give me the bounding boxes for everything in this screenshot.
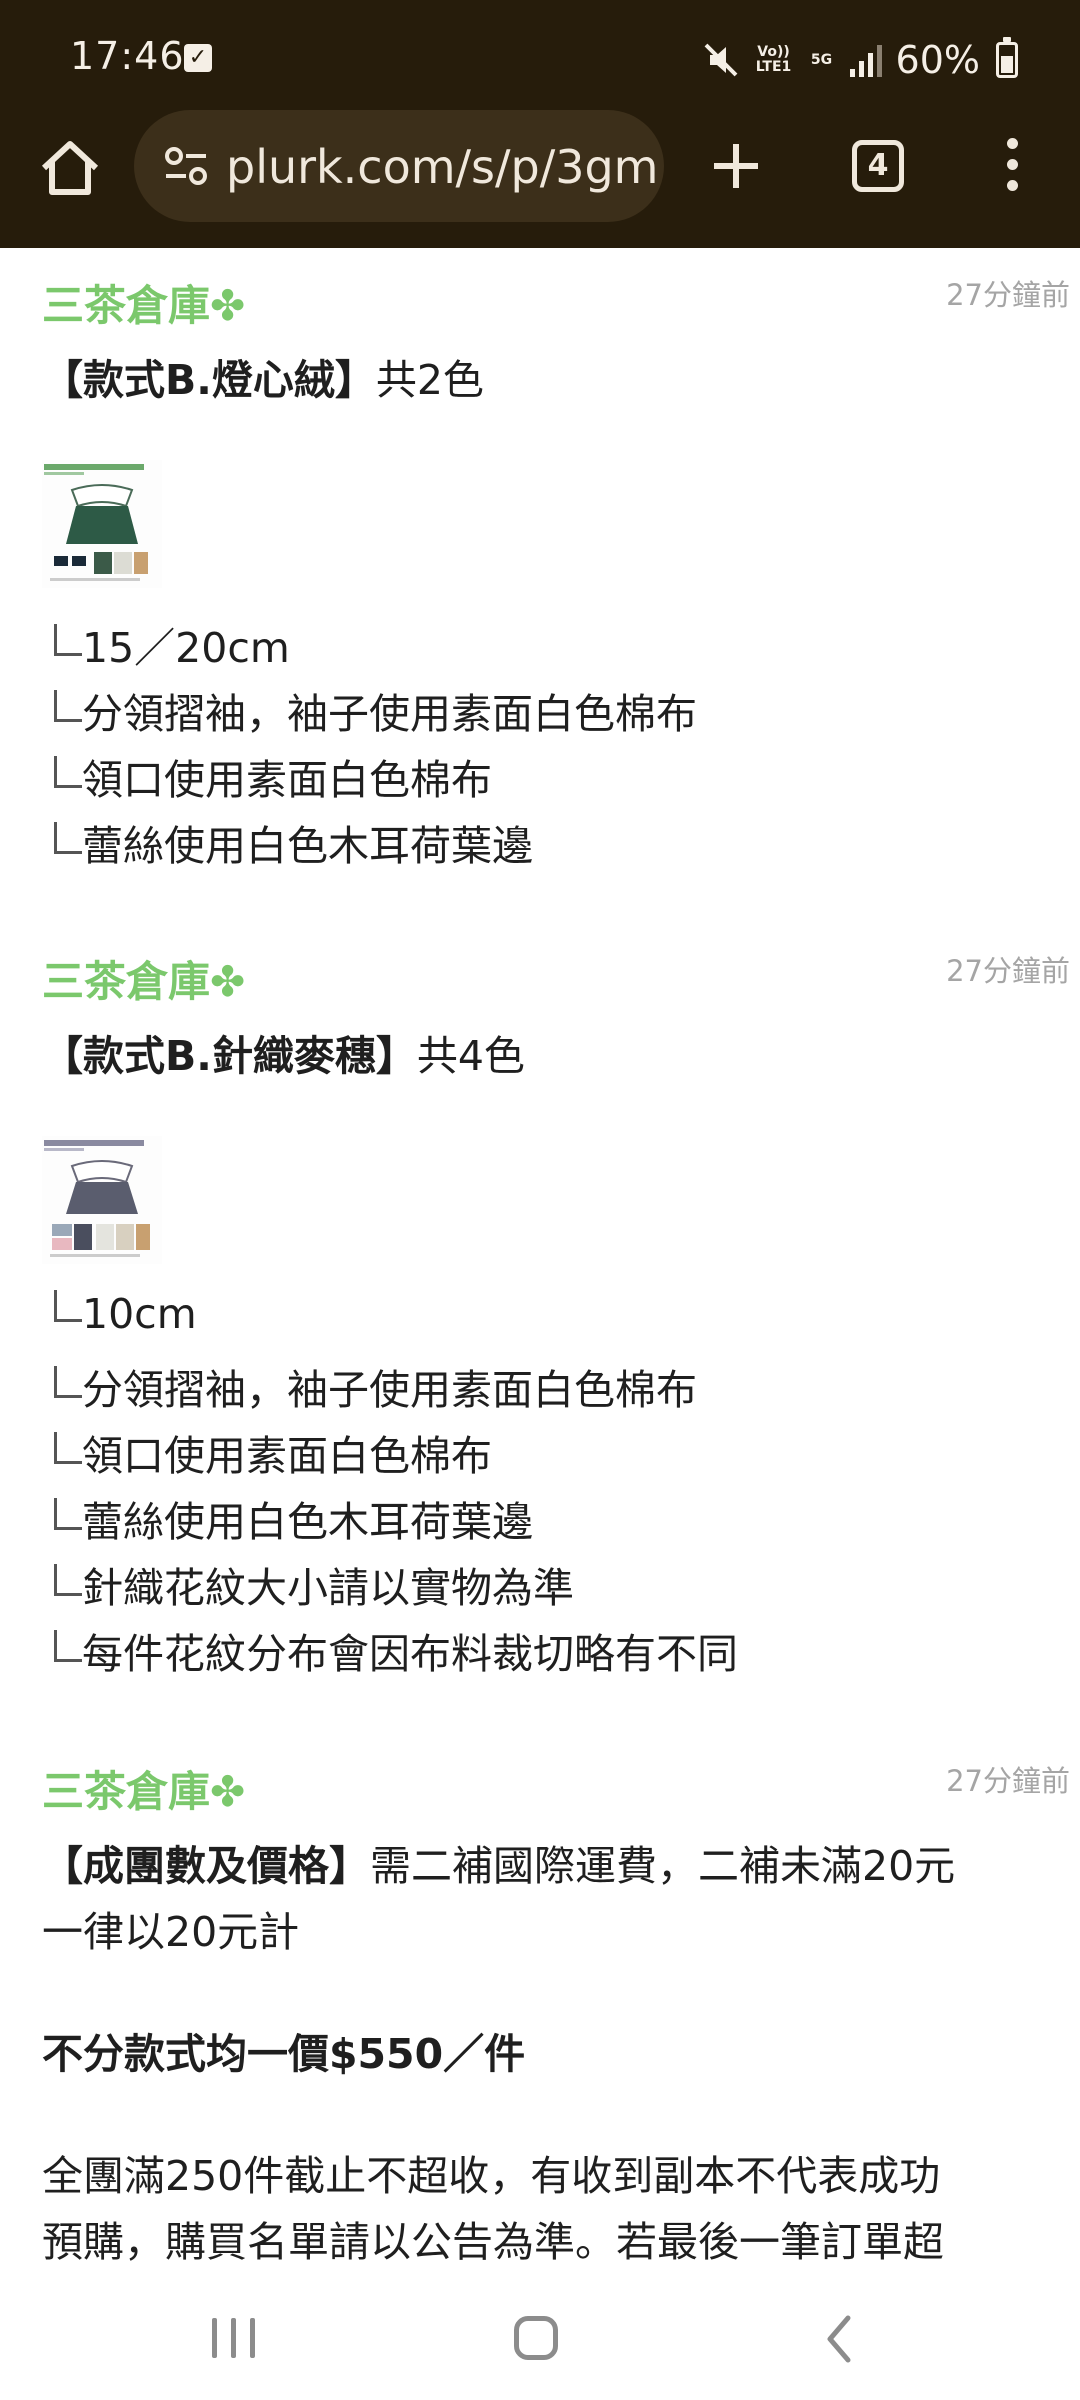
network-5g-icon: 5G (810, 51, 833, 68)
status-bar: 17:46 ✓ Vo)) LTE1 5G 60% (0, 0, 1080, 116)
author-name[interactable]: 三茶倉庫✤ (42, 1758, 245, 1819)
detail-item: 領口使用素面白色棉布 (54, 1422, 492, 1482)
new-tab-icon[interactable] (706, 136, 766, 196)
detail-item: 分領摺袖，袖子使用素面白色棉布 (54, 1356, 697, 1416)
battery-icon (996, 37, 1018, 78)
post-text: 一律以20元計 (42, 1908, 300, 1956)
recent-apps-icon[interactable] (212, 2318, 256, 2358)
post-time: 27分鐘前 (946, 1764, 1070, 1798)
status-time: 17:46 (70, 34, 185, 78)
detail-item: 蕾絲使用白色木耳荷葉邊 (54, 812, 533, 872)
detail-item: 15／20cm (54, 614, 290, 674)
detail-item: 針織花紋大小請以實物為準 (54, 1554, 574, 1614)
site-settings-icon[interactable] (162, 142, 212, 192)
post-title: 【成團數及價格】需二補國際運費，二補未滿20元 (42, 1842, 956, 1890)
post-title: 【款式B.燈心絨】共2色 (42, 356, 484, 404)
post-text: 預購，購買名單請以公告為準。若最後一筆訂單超 (42, 2218, 944, 2266)
post-time: 27分鐘前 (946, 954, 1070, 988)
url-text[interactable]: plurk.com/s/p/3gm (226, 140, 659, 194)
back-icon[interactable] (824, 2314, 854, 2364)
post-text: 全團滿250件截止不超收，有收到副本不代表成功 (42, 2152, 941, 2200)
post-time: 27分鐘前 (946, 278, 1070, 312)
detail-item: 領口使用素面白色棉布 (54, 746, 492, 806)
more-menu-icon[interactable] (1000, 138, 1024, 198)
tab-switcher-button[interactable]: 4 (852, 140, 904, 192)
detail-item: 蕾絲使用白色木耳荷葉邊 (54, 1488, 533, 1548)
product-thumbnail[interactable] (42, 460, 162, 588)
battery-percent: 60% (895, 38, 980, 82)
system-nav-bar (0, 2278, 1080, 2400)
volte-icon: Vo)) LTE1 (755, 44, 792, 75)
mute-icon (704, 43, 737, 77)
home-icon[interactable] (30, 128, 110, 208)
product-thumbnail[interactable] (42, 1136, 162, 1264)
detail-item: 分領摺袖，袖子使用素面白色棉布 (54, 680, 697, 740)
post-title: 【款式B.針織麥穗】共4色 (42, 1032, 525, 1080)
author-name[interactable]: 三茶倉庫✤ (42, 272, 245, 333)
plurk-responses[interactable]: 三茶倉庫✤ 27分鐘前 【款式B.燈心絨】共2色 15／20cm 分領摺袖，袖子… (0, 248, 1080, 2278)
author-name[interactable]: 三茶倉庫✤ (42, 948, 245, 1009)
address-bar[interactable]: plurk.com/s/p/3gm (134, 110, 664, 222)
nav-home-icon[interactable] (514, 2316, 558, 2360)
price-line: 不分款式均一價$550／件 (42, 2030, 526, 2078)
signal-icon (849, 45, 882, 77)
notification-check-icon: ✓ (184, 44, 212, 72)
status-icons: Vo)) LTE1 5G 60% (702, 30, 1018, 90)
detail-item: 每件花紋分布會因布料裁切略有不同 (54, 1620, 738, 1680)
detail-item: 10cm (54, 1290, 197, 1338)
